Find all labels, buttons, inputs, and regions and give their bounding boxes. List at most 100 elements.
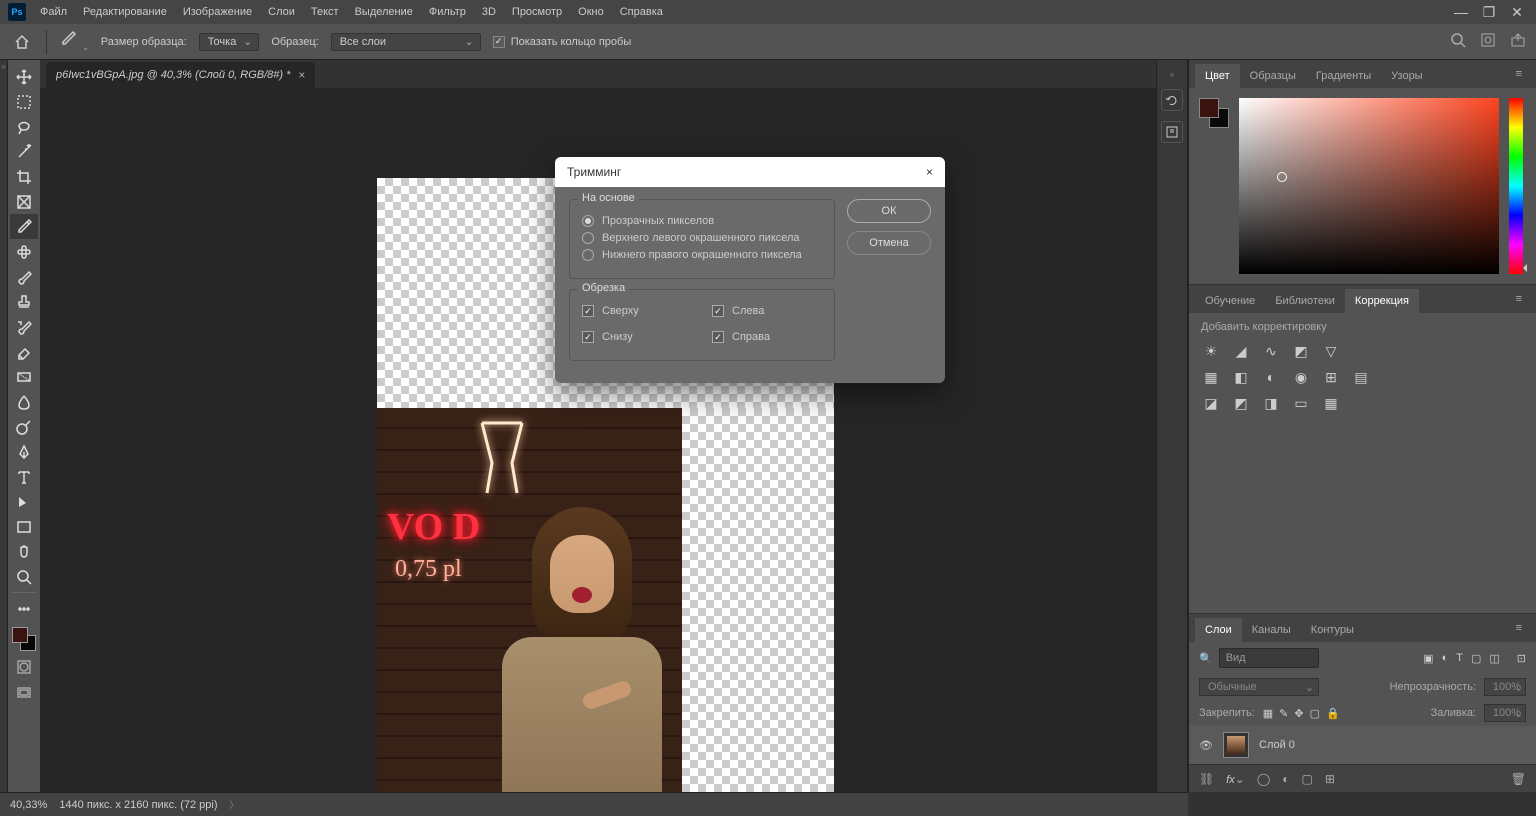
lock-position-icon[interactable]: ✥ bbox=[1294, 707, 1303, 720]
layer-mask-icon[interactable]: ◯ bbox=[1257, 772, 1270, 786]
vibrance-icon[interactable]: ▽ bbox=[1321, 341, 1341, 361]
tab-layers[interactable]: Слои bbox=[1195, 618, 1242, 642]
filter-image-icon[interactable]: ▣ bbox=[1423, 652, 1433, 665]
properties-panel-icon[interactable] bbox=[1161, 121, 1183, 143]
group-icon[interactable]: ▢ bbox=[1302, 772, 1313, 786]
quickmask-icon[interactable] bbox=[1480, 32, 1496, 51]
tab-swatches[interactable]: Образцы bbox=[1240, 64, 1306, 88]
document-tab[interactable]: p6Iwc1vBGpA.jpg @ 40,3% (Слой 0, RGB/8#)… bbox=[46, 62, 315, 88]
radio-transparent[interactable]: Прозрачных пикселов bbox=[582, 215, 822, 227]
eraser-tool-icon[interactable] bbox=[10, 339, 38, 364]
lock-artboard-icon[interactable]: ▢ bbox=[1310, 707, 1320, 720]
selective-icon[interactable]: ▦ bbox=[1321, 393, 1341, 413]
eyedropper-tool-icon[interactable] bbox=[10, 214, 38, 239]
filter-adjust-icon[interactable]: ◐ bbox=[1442, 652, 1449, 665]
frame-tool-icon[interactable] bbox=[10, 189, 38, 214]
menu-window[interactable]: Окно bbox=[570, 2, 612, 22]
cancel-button[interactable]: Отмена bbox=[847, 231, 931, 255]
layer-name[interactable]: Слой 0 bbox=[1259, 739, 1295, 751]
ok-button[interactable]: ОК bbox=[847, 199, 931, 223]
tab-learn[interactable]: Обучение bbox=[1195, 289, 1265, 313]
show-ring-checkbox[interactable]: ✓ Показать кольцо пробы bbox=[493, 36, 632, 48]
maximize-icon[interactable]: ❐ bbox=[1482, 5, 1496, 19]
panel-menu-icon[interactable]: ≡ bbox=[1508, 289, 1530, 313]
menu-text[interactable]: Текст bbox=[303, 2, 347, 22]
blur-tool-icon[interactable] bbox=[10, 389, 38, 414]
filter-smart-icon[interactable]: ◫ bbox=[1489, 652, 1499, 665]
home-icon[interactable] bbox=[10, 30, 34, 54]
crop-tool-icon[interactable] bbox=[10, 164, 38, 189]
tab-channels[interactable]: Каналы bbox=[1242, 618, 1301, 642]
quickmask-toggle-icon[interactable] bbox=[10, 655, 38, 679]
posterize-icon[interactable]: ◩ bbox=[1231, 393, 1251, 413]
color-panel-swatches[interactable] bbox=[1199, 98, 1229, 128]
menu-layers[interactable]: Слои bbox=[260, 2, 303, 22]
history-panel-icon[interactable] bbox=[1161, 89, 1183, 111]
levels-icon[interactable]: ◢ bbox=[1231, 341, 1251, 361]
hand-tool-icon[interactable] bbox=[10, 539, 38, 564]
lock-all-icon[interactable]: 🔒 bbox=[1326, 707, 1340, 720]
check-bottom[interactable]: ✓Снизу bbox=[582, 331, 692, 343]
move-tool-icon[interactable] bbox=[10, 64, 38, 89]
wand-tool-icon[interactable] bbox=[10, 139, 38, 164]
pen-tool-icon[interactable] bbox=[10, 439, 38, 464]
layer-thumbnail[interactable] bbox=[1223, 732, 1249, 758]
menu-select[interactable]: Выделение bbox=[347, 2, 421, 22]
photofilter-icon[interactable]: ◉ bbox=[1291, 367, 1311, 387]
tab-close-icon[interactable]: × bbox=[298, 68, 305, 82]
menu-help[interactable]: Справка bbox=[612, 2, 671, 22]
link-layers-icon[interactable]: ⛓ bbox=[1199, 772, 1214, 786]
radio-topleft[interactable]: Верхнего левого окрашенного пиксела bbox=[582, 232, 822, 244]
menu-image[interactable]: Изображение bbox=[175, 2, 260, 22]
dodge-tool-icon[interactable] bbox=[10, 414, 38, 439]
color-swatches[interactable] bbox=[10, 625, 38, 653]
type-tool-icon[interactable] bbox=[10, 464, 38, 489]
path-tool-icon[interactable] bbox=[10, 489, 38, 514]
filter-type-icon[interactable]: T bbox=[1456, 652, 1463, 665]
edit-toolbar-icon[interactable] bbox=[10, 596, 38, 621]
stamp-tool-icon[interactable] bbox=[10, 289, 38, 314]
search-icon[interactable] bbox=[1450, 32, 1466, 51]
check-right[interactable]: ✓Справа bbox=[712, 331, 822, 343]
hue-icon[interactable]: ▦ bbox=[1201, 367, 1221, 387]
layer-visibility-icon[interactable]: 👁 bbox=[1199, 739, 1213, 752]
channelmixer-icon[interactable]: ⊞ bbox=[1321, 367, 1341, 387]
minimize-icon[interactable]: — bbox=[1454, 5, 1468, 19]
menu-filter[interactable]: Фильтр bbox=[421, 2, 474, 22]
layer-row[interactable]: 👁 Слой 0 bbox=[1189, 726, 1536, 764]
dialog-close-icon[interactable]: × bbox=[926, 165, 933, 179]
layer-filter-dropdown[interactable]: Вид bbox=[1219, 648, 1319, 668]
menu-file[interactable]: Файл bbox=[32, 2, 75, 22]
exposure-icon[interactable]: ◩ bbox=[1291, 341, 1311, 361]
check-top[interactable]: ✓Сверху bbox=[582, 305, 692, 317]
bw-icon[interactable]: ◐ bbox=[1261, 367, 1281, 387]
heal-tool-icon[interactable] bbox=[10, 239, 38, 264]
sample-size-dropdown[interactable]: Точка bbox=[199, 33, 260, 51]
radio-bottomright[interactable]: Нижнего правого окрашенного пиксела bbox=[582, 249, 822, 261]
marquee-tool-icon[interactable] bbox=[10, 89, 38, 114]
tab-patterns[interactable]: Узоры bbox=[1381, 64, 1432, 88]
gradientmap-icon[interactable]: ▭ bbox=[1291, 393, 1311, 413]
close-icon[interactable]: ✕ bbox=[1510, 5, 1524, 19]
foreground-swatch[interactable] bbox=[12, 627, 28, 643]
filter-toggle-icon[interactable]: ⊡ bbox=[1508, 652, 1526, 665]
panel-menu-icon[interactable]: ≡ bbox=[1508, 64, 1530, 88]
brush-tool-icon[interactable] bbox=[10, 264, 38, 289]
invert-icon[interactable]: ◪ bbox=[1201, 393, 1221, 413]
new-layer-icon[interactable]: ⊞ bbox=[1325, 772, 1335, 786]
threshold-icon[interactable]: ◨ bbox=[1261, 393, 1281, 413]
screenmode-icon[interactable] bbox=[10, 681, 38, 705]
colorbalance-icon[interactable]: ◧ bbox=[1231, 367, 1251, 387]
lock-brush-icon[interactable]: ✎ bbox=[1279, 707, 1288, 720]
hue-slider[interactable] bbox=[1509, 98, 1523, 274]
tab-gradients[interactable]: Градиенты bbox=[1306, 64, 1381, 88]
color-picker-field[interactable] bbox=[1239, 98, 1499, 274]
opacity-input[interactable]: 100% bbox=[1484, 678, 1526, 696]
tab-adjustments[interactable]: Коррекция bbox=[1345, 289, 1419, 313]
status-chevron-icon[interactable]: 〉 bbox=[230, 798, 239, 811]
menu-3d[interactable]: 3D bbox=[474, 2, 504, 22]
adjustment-layer-icon[interactable]: ◐ bbox=[1282, 772, 1289, 786]
fill-input[interactable]: 100% bbox=[1484, 704, 1526, 722]
menu-view[interactable]: Просмотр bbox=[504, 2, 570, 22]
lasso-tool-icon[interactable] bbox=[10, 114, 38, 139]
